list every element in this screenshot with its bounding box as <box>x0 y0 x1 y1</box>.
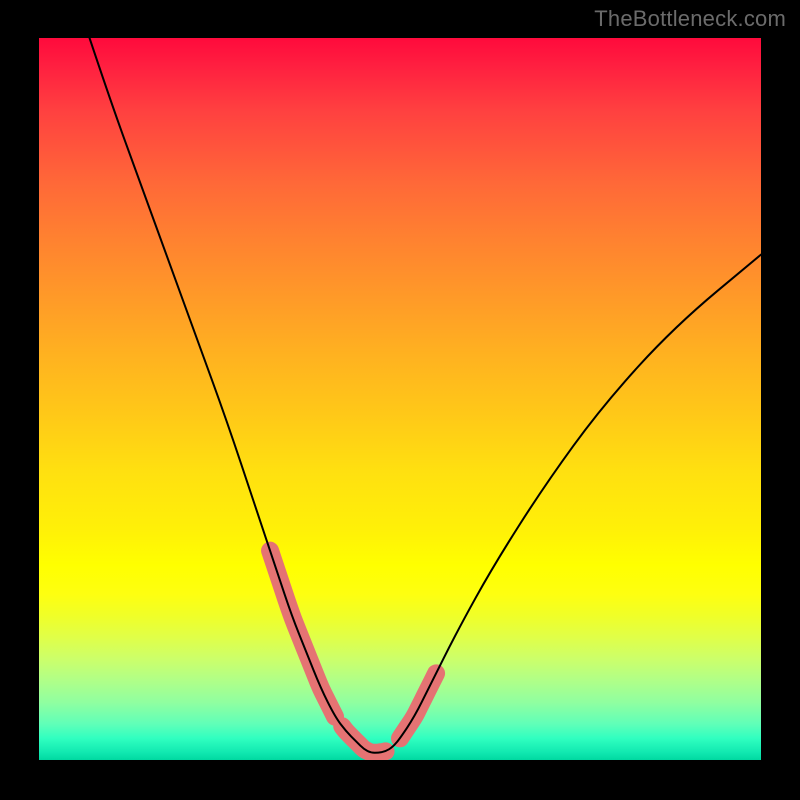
watermark: TheBottleneck.com <box>594 6 786 32</box>
bottleneck-curve-path <box>90 38 761 753</box>
chart-plot-area <box>39 38 761 760</box>
chart-svg <box>39 38 761 760</box>
left-descent-highlight <box>270 551 335 717</box>
